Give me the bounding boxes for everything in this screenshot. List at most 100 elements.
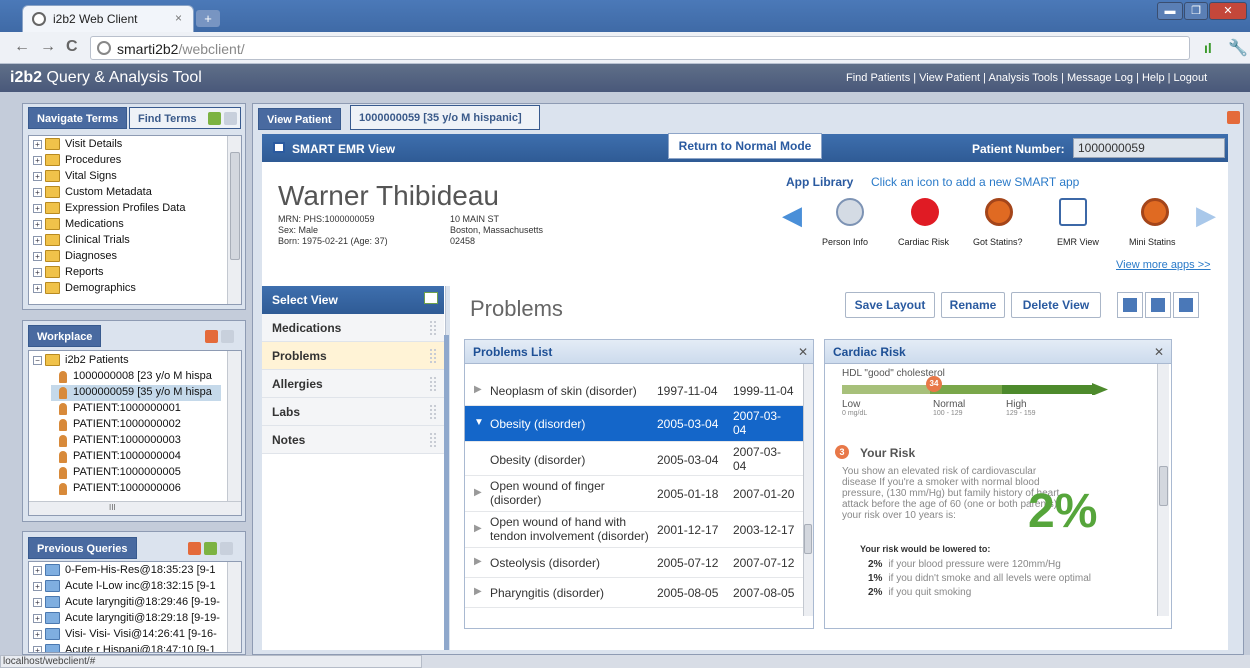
- add-view-icon[interactable]: [424, 292, 438, 304]
- expand-icon[interactable]: +: [33, 236, 42, 245]
- drag-handle-icon[interactable]: [430, 321, 436, 335]
- expand-icon[interactable]: ▶: [474, 556, 482, 567]
- person-info-icon[interactable]: [836, 198, 864, 226]
- tab-previous-queries[interactable]: Previous Queries: [28, 537, 137, 559]
- close-window-icon[interactable]: ✕: [1209, 2, 1247, 20]
- browser-tab[interactable]: i2b2 Web Client ×: [22, 5, 194, 32]
- problem-row[interactable]: ▶ Open wound of hand with tendon involve…: [465, 512, 803, 548]
- mini-statins-icon[interactable]: [1141, 198, 1169, 226]
- back-icon[interactable]: ←: [14, 38, 30, 56]
- layout-two-column-button[interactable]: [1145, 292, 1171, 318]
- problem-row-selected[interactable]: ▼ Obesity (disorder) 2005-03-04 2007-03-…: [465, 406, 803, 442]
- save-layout-button[interactable]: Save Layout: [845, 292, 935, 318]
- maximize-icon[interactable]: ❐: [1184, 2, 1208, 20]
- delete-view-button[interactable]: Delete View: [1011, 292, 1101, 318]
- collapse-icon[interactable]: ▼: [474, 417, 484, 428]
- workplace-hscrollbar[interactable]: III: [29, 501, 241, 515]
- workplace-scrollbar[interactable]: [227, 351, 241, 501]
- expand-icon[interactable]: +: [33, 598, 42, 607]
- expand-icon[interactable]: +: [33, 284, 42, 293]
- app-nav-links[interactable]: Find Patients | View Patient | Analysis …: [846, 72, 1207, 84]
- expand-icon[interactable]: +: [33, 268, 42, 277]
- view-item-labs[interactable]: Labs: [262, 398, 444, 426]
- drag-handle-icon[interactable]: [430, 433, 436, 447]
- layout-one-column-button[interactable]: [1117, 292, 1143, 318]
- url-input[interactable]: smarti2b2/webclient/: [90, 36, 1190, 60]
- patient-number-field[interactable]: 1000000059: [1073, 138, 1225, 158]
- refresh-icon[interactable]: [205, 330, 218, 343]
- view-item-medications[interactable]: Medications: [262, 314, 444, 342]
- layout-three-column-button[interactable]: [1173, 292, 1199, 318]
- drag-handle-icon[interactable]: [430, 377, 436, 391]
- navigate-scrollbar[interactable]: [227, 136, 241, 304]
- problem-row[interactable]: ▶ Osteolysis (disorder) 2005-07-12 2007-…: [465, 548, 803, 578]
- expand-icon[interactable]: +: [33, 630, 42, 639]
- drag-handle-icon[interactable]: [430, 349, 436, 363]
- drag-handle-icon[interactable]: [430, 405, 436, 419]
- cardiac-scrollbar[interactable]: [1157, 364, 1169, 616]
- refresh-icon[interactable]: [208, 112, 221, 125]
- options-icon[interactable]: [221, 330, 234, 343]
- problem-row[interactable]: ▶ Neoplasm of skin (disorder) 1997-11-04…: [465, 376, 803, 406]
- expand-icon[interactable]: +: [33, 614, 42, 623]
- expand-icon[interactable]: +: [33, 140, 42, 149]
- arrow-right-icon[interactable]: ▶: [1196, 202, 1216, 228]
- emr-view-icon[interactable]: [1059, 198, 1087, 226]
- scroll-thumb[interactable]: [230, 152, 240, 260]
- view-item-notes[interactable]: Notes: [262, 426, 444, 454]
- app-label-got-statins[interactable]: Got Statins?: [973, 237, 1023, 247]
- expand-icon[interactable]: ▶: [474, 487, 482, 498]
- refresh-icon[interactable]: [1227, 111, 1240, 124]
- new-tab-button[interactable]: +: [196, 10, 220, 27]
- got-statins-icon[interactable]: [985, 198, 1013, 226]
- app-label-person-info[interactable]: Person Info: [822, 237, 868, 247]
- scroll-thumb[interactable]: [1159, 466, 1168, 506]
- tab-navigate-terms[interactable]: Navigate Terms: [28, 107, 128, 129]
- tab-workplace[interactable]: Workplace: [28, 325, 102, 347]
- options-icon[interactable]: [224, 112, 237, 125]
- view-item-problems[interactable]: Problems: [262, 342, 444, 370]
- expand-icon[interactable]: +: [33, 204, 42, 213]
- expand-icon[interactable]: +: [33, 646, 42, 652]
- arrow-left-icon[interactable]: ◀: [782, 202, 802, 228]
- tab-patient[interactable]: 1000000059 [35 y/o M hispanic]: [350, 105, 540, 130]
- run-icon[interactable]: [204, 542, 217, 555]
- problem-row[interactable]: ▶ Open wound of finger (disorder) 2005-0…: [465, 476, 803, 512]
- expand-icon[interactable]: +: [33, 252, 42, 261]
- scroll-thumb[interactable]: [804, 524, 812, 554]
- problems-scrollbar[interactable]: [803, 364, 813, 616]
- expand-icon[interactable]: ▶: [474, 523, 482, 534]
- collapse-icon[interactable]: −: [33, 356, 42, 365]
- expand-icon[interactable]: +: [33, 156, 42, 165]
- expand-icon[interactable]: +: [33, 566, 42, 575]
- expand-icon[interactable]: +: [33, 582, 42, 591]
- close-tab-icon[interactable]: ×: [175, 11, 182, 25]
- expand-icon[interactable]: ▶: [474, 384, 482, 395]
- expand-icon[interactable]: +: [33, 172, 42, 181]
- expand-icon[interactable]: ▶: [474, 586, 482, 597]
- close-icon[interactable]: ✕: [1154, 345, 1164, 359]
- cardiac-risk-icon[interactable]: [911, 198, 939, 226]
- tab-find-terms[interactable]: Find Terms: [129, 107, 241, 129]
- refresh-icon[interactable]: [188, 542, 201, 555]
- patient-item-selected[interactable]: 1000000059 [35 y/o M hispa: [51, 385, 221, 401]
- expand-icon[interactable]: +: [33, 220, 42, 229]
- app-label-mini-statins[interactable]: Mini Statins: [1129, 237, 1176, 247]
- forward-icon[interactable]: →: [40, 38, 56, 56]
- minimize-icon[interactable]: ▬: [1157, 2, 1183, 20]
- view-item-allergies[interactable]: Allergies: [262, 370, 444, 398]
- problem-row[interactable]: ▶ Pharyngitis (disorder) 2005-08-05 2007…: [465, 578, 803, 608]
- options-icon[interactable]: [220, 542, 233, 555]
- previous-scrollbar[interactable]: [227, 562, 241, 652]
- close-icon[interactable]: ✕: [798, 345, 808, 359]
- reload-icon[interactable]: C: [66, 38, 78, 56]
- app-label-cardiac-risk[interactable]: Cardiac Risk: [898, 237, 949, 247]
- view-more-apps-link[interactable]: View more apps >>: [1116, 259, 1211, 271]
- wrench-icon[interactable]: 🔧: [1228, 38, 1248, 58]
- return-normal-button[interactable]: Return to Normal Mode: [668, 133, 822, 159]
- expand-icon[interactable]: +: [33, 188, 42, 197]
- app-label-emr-view[interactable]: EMR View: [1057, 237, 1099, 247]
- problem-detail-row[interactable]: Obesity (disorder) 2005-03-04 2007-03-04: [465, 442, 803, 476]
- rename-button[interactable]: Rename: [941, 292, 1005, 318]
- tab-view-patient[interactable]: View Patient: [258, 108, 341, 130]
